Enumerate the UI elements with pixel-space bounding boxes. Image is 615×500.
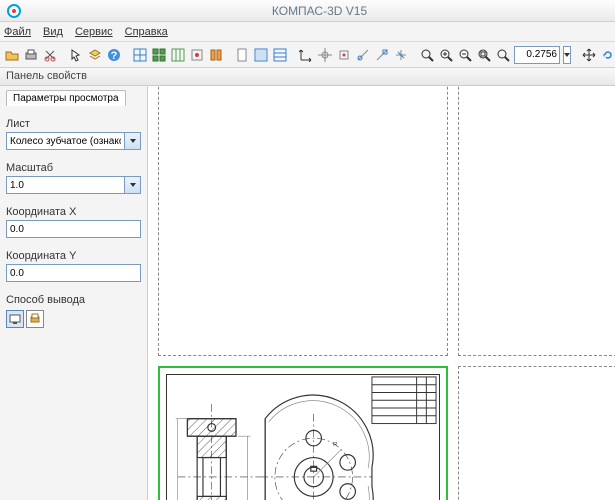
zoom-in-icon[interactable] <box>438 45 454 65</box>
help-icon[interactable]: ? <box>106 45 122 65</box>
cut-icon[interactable] <box>42 45 58 65</box>
output-label: Способ вывода <box>6 294 141 306</box>
zoom-input[interactable] <box>514 46 560 64</box>
sheet-dropdown-icon[interactable] <box>125 132 141 150</box>
axis-icon[interactable] <box>298 45 314 65</box>
svg-text:?: ? <box>111 50 118 62</box>
output-mode-print-icon[interactable] <box>26 310 44 328</box>
scale-dropdown-icon[interactable] <box>125 176 141 194</box>
zoom-dropdown[interactable] <box>563 46 571 64</box>
grid4-icon[interactable] <box>253 45 269 65</box>
coordy-label: Координата Y <box>6 250 141 262</box>
zoom-icon[interactable] <box>419 45 435 65</box>
open-icon[interactable] <box>4 45 20 65</box>
menu-service[interactable]: Сервис <box>75 26 113 38</box>
sheet-select[interactable] <box>6 132 125 150</box>
snap2-icon[interactable] <box>336 45 352 65</box>
title-bar: КОМПАС-3D V15 <box>0 0 615 22</box>
view-params-tab[interactable]: Параметры просмотра <box>6 90 126 106</box>
snap1-icon[interactable] <box>317 45 333 65</box>
grid1-icon[interactable] <box>132 45 148 65</box>
menu-file[interactable]: Файл <box>4 26 31 38</box>
pan-icon[interactable] <box>581 45 597 65</box>
print-icon[interactable] <box>23 45 39 65</box>
snap5-icon[interactable] <box>393 45 409 65</box>
refresh-icon[interactable] <box>600 45 615 65</box>
side-panel: Параметры просмотра Лист Масштаб Координ… <box>0 86 148 500</box>
output-mode-screen-icon[interactable] <box>6 310 24 328</box>
zoom-sel-icon[interactable] <box>495 45 511 65</box>
zoom-fit-icon[interactable] <box>476 45 492 65</box>
grid3-icon[interactable] <box>170 45 186 65</box>
scale-label: Масштаб <box>6 162 141 174</box>
svg-text:R: R <box>333 442 337 448</box>
app-icon <box>6 3 22 19</box>
menu-help[interactable]: Справка <box>125 26 168 38</box>
grid2-icon[interactable] <box>151 45 167 65</box>
coordy-input[interactable] <box>6 264 141 282</box>
coordx-input[interactable] <box>6 220 141 238</box>
drawing-canvas[interactable]: R 2 отв Колесо зу <box>148 86 615 500</box>
properties-panel-title: Панель свойств <box>0 68 615 86</box>
zoom-out-icon[interactable] <box>457 45 473 65</box>
snap4-icon[interactable] <box>374 45 390 65</box>
drawing-sheet: R 2 отв Колесо зу <box>158 366 448 500</box>
pointer-icon[interactable] <box>68 45 84 65</box>
coordx-label: Координата X <box>6 206 141 218</box>
scale-select[interactable] <box>6 176 125 194</box>
menu-view[interactable]: Вид <box>43 26 63 38</box>
snap3-icon[interactable] <box>355 45 371 65</box>
toolbar: ? 5. <box>0 42 615 68</box>
menu-bar: Файл Вид Сервис Справка <box>0 22 615 42</box>
page-icon[interactable] <box>234 45 250 65</box>
grid5-icon[interactable] <box>272 45 288 65</box>
sheet-label: Лист <box>6 118 141 130</box>
window-title: КОМПАС-3D V15 <box>30 4 609 18</box>
layers-icon[interactable] <box>87 45 103 65</box>
tool-b-icon[interactable] <box>208 45 224 65</box>
tool-a-icon[interactable] <box>189 45 205 65</box>
